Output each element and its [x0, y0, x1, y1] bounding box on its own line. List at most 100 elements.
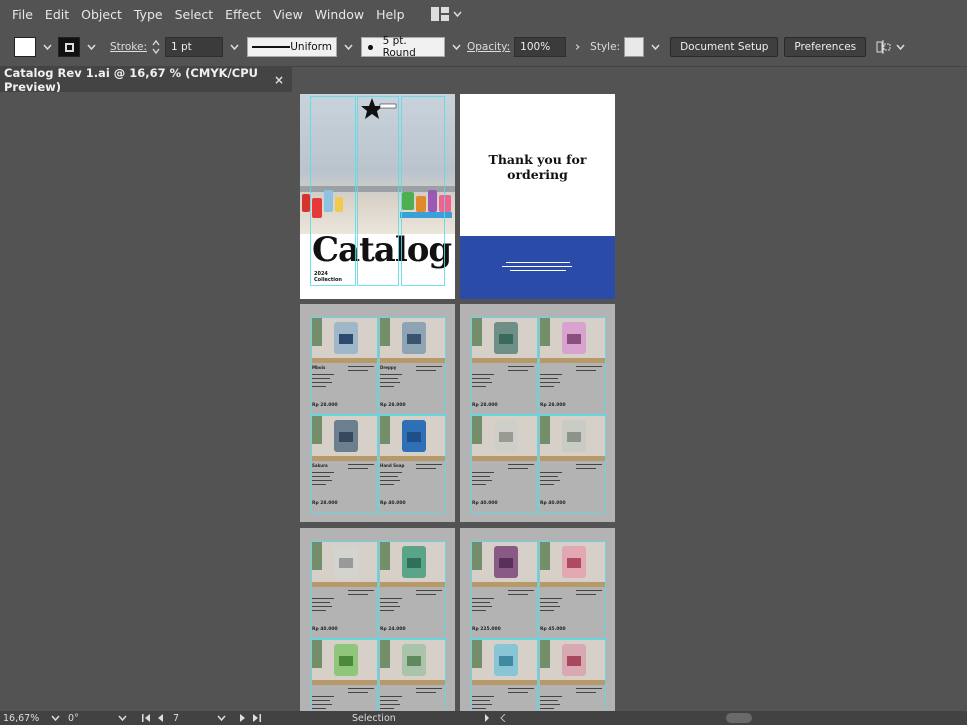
menu-edit[interactable]: Edit	[39, 7, 75, 22]
menu-view[interactable]: View	[267, 7, 309, 22]
product-card[interactable]: Rp 40.000	[471, 415, 538, 513]
graphic-style-swatch[interactable]	[624, 37, 645, 57]
menu-window[interactable]: Window	[309, 7, 370, 22]
chevron-down-icon	[51, 715, 60, 721]
guide-frame	[379, 317, 446, 415]
chevron-right-icon	[575, 44, 580, 50]
stepper-arrows-icon	[152, 39, 160, 55]
stroke-swatch[interactable]	[58, 37, 80, 57]
document-tab[interactable]: Catalog Rev 1.ai @ 16,67 % (CMYK/CPU Pre…	[0, 66, 292, 94]
variable-width-profile[interactable]: Uniform	[247, 37, 337, 57]
menu-effect[interactable]: Effect	[219, 7, 267, 22]
product-card[interactable]	[379, 639, 446, 711]
document-tab-title: Catalog Rev 1.ai @ 16,67 % (CMYK/CPU Pre…	[4, 66, 258, 94]
last-artboard-icon[interactable]	[250, 714, 262, 722]
guide-col-2	[357, 96, 399, 286]
menu-select[interactable]: Select	[169, 7, 220, 22]
workspace-switcher[interactable]	[430, 7, 462, 21]
profile-line	[252, 46, 291, 48]
stroke-label[interactable]: Stroke:	[110, 41, 147, 53]
brush-definition[interactable]: 5 pt. Round	[361, 35, 445, 59]
align-icon	[876, 40, 891, 54]
fill-swatch[interactable]	[14, 37, 36, 57]
artboard-page4[interactable]: Rp 40.000 Rp 24.000	[300, 528, 455, 711]
brush-label: 5 pt. Round	[382, 35, 416, 59]
rotate-field[interactable]: 0°	[68, 713, 118, 724]
chevron-down-icon	[42, 44, 52, 50]
artboard-page2[interactable]: Mbois Rp 28.000 Dreppy Rp 28.000 Sakura …	[300, 304, 455, 522]
product-card[interactable]: Sakura Rp 28.000	[311, 415, 378, 513]
product-card[interactable]: Rp 40.000	[539, 415, 606, 513]
style-dropdown[interactable]	[648, 38, 662, 56]
chevron-down-icon	[229, 44, 239, 50]
chevron-down-icon	[118, 715, 127, 721]
guide-col-3	[401, 96, 445, 286]
status-bar: 16,67% 0° 7 Selection	[0, 711, 967, 725]
control-bar: Stroke: 1 pt Uniform 5 pt. Round Opacity…	[0, 32, 967, 62]
product-card[interactable]: Rp 24.000	[379, 541, 446, 639]
menu-help[interactable]: Help	[370, 7, 411, 22]
contact-line-2	[502, 266, 572, 267]
product-card[interactable]: Dreppy Rp 28.000	[379, 317, 446, 415]
first-artboard-icon[interactable]	[141, 714, 153, 722]
contact-line-3	[510, 270, 566, 271]
artboard-number-field[interactable]: 7	[173, 713, 217, 724]
stroke-weight-input[interactable]: 1 pt	[165, 37, 223, 57]
product-card[interactable]	[311, 639, 378, 711]
brush-dropdown[interactable]	[449, 38, 463, 56]
prev-artboard-icon[interactable]	[157, 714, 165, 722]
chevron-down-icon	[217, 715, 226, 721]
artboard-canvas[interactable]: Catalog 2024 Collection Thank you for or…	[0, 92, 967, 711]
next-artboard-icon[interactable]	[238, 714, 246, 722]
product-card[interactable]	[539, 639, 606, 711]
preferences-button[interactable]: Preferences	[784, 37, 867, 57]
artboard-page3[interactable]: Rp 28.000 Rp 28.000 Rp 40.000 Rp 40.000	[460, 304, 615, 522]
guide-frame	[311, 317, 378, 415]
guide-frame	[311, 415, 378, 513]
zoom-field[interactable]: 16,67%	[3, 713, 43, 724]
fill-dropdown[interactable]	[40, 38, 54, 56]
status-menu-icon[interactable]	[484, 714, 490, 722]
current-tool: Selection	[352, 712, 396, 724]
product-card[interactable]: Rp 28.000	[539, 317, 606, 415]
artboard-cover[interactable]: Catalog 2024 Collection	[300, 94, 455, 299]
guide-frame	[379, 415, 446, 513]
guide-frame	[311, 639, 378, 711]
opacity-input[interactable]: 100%	[514, 37, 567, 57]
artboard-back[interactable]: Thank you for ordering	[460, 94, 615, 299]
product-card[interactable]	[471, 639, 538, 711]
close-icon[interactable]: ×	[274, 73, 284, 87]
guide-frame	[539, 317, 606, 415]
guide-frame	[471, 541, 538, 639]
product-card[interactable]: Rp 45.000	[539, 541, 606, 639]
product-card[interactable]: Rp 225.000	[471, 541, 538, 639]
menu-type[interactable]: Type	[128, 7, 169, 22]
product-card[interactable]: Rp 28.000	[471, 317, 538, 415]
arrange-documents-button[interactable]	[876, 40, 905, 54]
guide-frame	[471, 415, 538, 513]
artboard-page5[interactable]: Rp 225.000 Rp 45.000	[460, 528, 615, 711]
profile-dropdown[interactable]	[341, 38, 355, 56]
horizontal-scrollbar-thumb[interactable]	[725, 713, 752, 723]
opacity-label[interactable]: Opacity:	[467, 41, 510, 53]
document-setup-button[interactable]: Document Setup	[670, 37, 779, 57]
stroke-weight-stepper[interactable]	[151, 38, 161, 56]
menu-bar: File Edit Object Type Select Effect View…	[0, 0, 967, 28]
stroke-swatch-inner	[64, 42, 74, 52]
product-card[interactable]: Rp 40.000	[311, 541, 378, 639]
stroke-weight-dropdown[interactable]	[227, 38, 241, 56]
guide-frame	[471, 317, 538, 415]
chevron-down-icon	[896, 44, 905, 50]
scroll-left-icon[interactable]	[500, 714, 506, 722]
product-card[interactable]: Hand Soap Rp 40.000	[379, 415, 446, 513]
guide-col-1	[310, 96, 356, 286]
thanks-text: Thank you for ordering	[460, 152, 615, 182]
product-card[interactable]: Mbois Rp 28.000	[311, 317, 378, 415]
menu-object[interactable]: Object	[75, 7, 128, 22]
guide-frame	[311, 541, 378, 639]
opacity-arrow[interactable]	[570, 38, 584, 56]
guide-frame	[379, 639, 446, 711]
menu-file[interactable]: File	[6, 7, 39, 22]
stroke-dropdown[interactable]	[84, 38, 98, 56]
guide-frame	[379, 541, 446, 639]
